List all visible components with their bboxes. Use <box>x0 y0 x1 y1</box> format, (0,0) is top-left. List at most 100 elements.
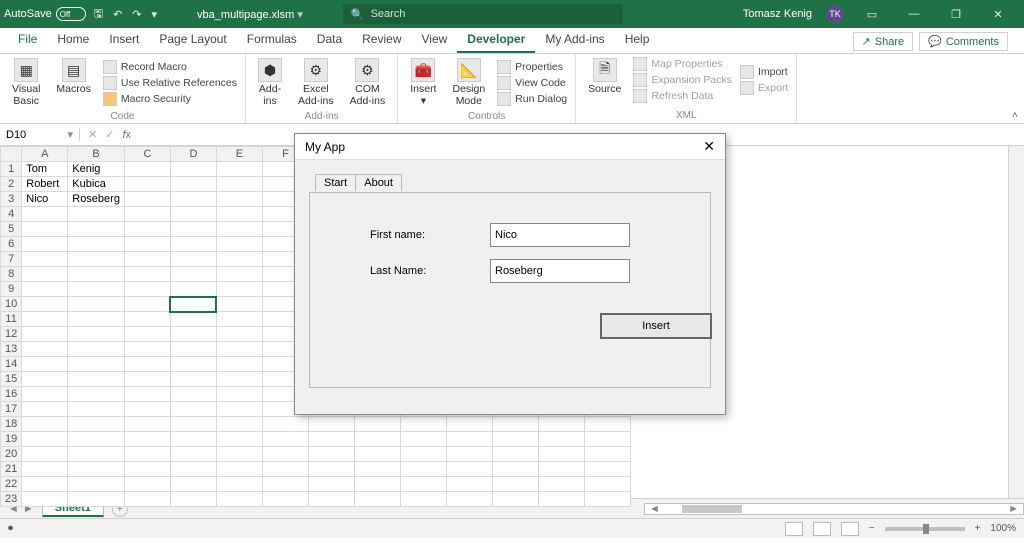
col-header-D[interactable]: D <box>170 147 216 162</box>
name-box[interactable]: D10▾ <box>0 128 80 141</box>
use-relative-button[interactable]: Use Relative References <box>103 75 237 91</box>
cell-Q23[interactable] <box>400 492 446 507</box>
cell-B23[interactable] <box>68 492 125 507</box>
cell-D22[interactable] <box>170 477 216 492</box>
cell-A3[interactable]: Nico <box>22 192 68 207</box>
cell-D21[interactable] <box>170 462 216 477</box>
cell-E14[interactable] <box>216 357 262 372</box>
cell-F18[interactable] <box>262 417 308 432</box>
cell-D6[interactable] <box>170 237 216 252</box>
cell-D1[interactable] <box>170 162 216 177</box>
row-header-5[interactable]: 5 <box>1 222 22 237</box>
cell-Q21[interactable] <box>400 462 446 477</box>
cell-B3[interactable]: Roseberg <box>68 192 125 207</box>
avatar[interactable]: TK <box>826 5 844 23</box>
cell-A20[interactable] <box>22 447 68 462</box>
macro-record-icon[interactable]: ⏺ <box>8 523 13 534</box>
zoom-slider[interactable] <box>885 527 965 531</box>
cell-B8[interactable] <box>68 267 125 282</box>
cell-O18[interactable] <box>308 417 354 432</box>
properties-button[interactable]: Properties <box>497 59 567 75</box>
cell-E6[interactable] <box>216 237 262 252</box>
cell-F20[interactable] <box>262 447 308 462</box>
cell-E3[interactable] <box>216 192 262 207</box>
user-name[interactable]: Tomasz Kenig <box>743 8 812 20</box>
cell-C8[interactable] <box>124 267 170 282</box>
cell-U20[interactable] <box>584 447 630 462</box>
ribbon-display-icon[interactable]: ▭ <box>858 8 886 21</box>
cell-D9[interactable] <box>170 282 216 297</box>
cell-F22[interactable] <box>262 477 308 492</box>
cell-T19[interactable] <box>538 432 584 447</box>
cell-E16[interactable] <box>216 387 262 402</box>
cell-S21[interactable] <box>492 462 538 477</box>
undo-icon[interactable]: ↶ <box>113 8 122 21</box>
cell-B14[interactable] <box>68 357 125 372</box>
qat-dropdown-icon[interactable]: ▾ <box>152 8 158 21</box>
ribbon-tab-home[interactable]: Home <box>47 27 99 53</box>
col-header-B[interactable]: B <box>68 147 125 162</box>
cell-R22[interactable] <box>446 477 492 492</box>
cell-B4[interactable] <box>68 207 125 222</box>
cell-C12[interactable] <box>124 327 170 342</box>
cell-T21[interactable] <box>538 462 584 477</box>
record-macro-button[interactable]: Record Macro <box>103 59 237 75</box>
cell-E13[interactable] <box>216 342 262 357</box>
first-name-input[interactable] <box>490 223 630 247</box>
cell-U23[interactable] <box>584 492 630 507</box>
cell-A9[interactable] <box>22 282 68 297</box>
design-mode-button[interactable]: 📐Design Mode <box>448 56 489 109</box>
enter-formula-icon[interactable]: ✓ <box>105 128 114 141</box>
row-header-7[interactable]: 7 <box>1 252 22 267</box>
cell-R20[interactable] <box>446 447 492 462</box>
cell-U18[interactable] <box>584 417 630 432</box>
cell-A4[interactable] <box>22 207 68 222</box>
source-button[interactable]: 🗎Source <box>584 56 625 104</box>
cell-D15[interactable] <box>170 372 216 387</box>
cell-D12[interactable] <box>170 327 216 342</box>
last-name-input[interactable] <box>490 259 630 283</box>
cell-A1[interactable]: Tom <box>22 162 68 177</box>
cell-B13[interactable] <box>68 342 125 357</box>
cell-F23[interactable] <box>262 492 308 507</box>
import-button[interactable]: Import <box>740 64 788 80</box>
visual-basic-button[interactable]: ▦Visual Basic <box>8 56 44 109</box>
cell-E22[interactable] <box>216 477 262 492</box>
zoom-level[interactable]: 100% <box>990 523 1016 534</box>
row-header-16[interactable]: 16 <box>1 387 22 402</box>
cell-E11[interactable] <box>216 312 262 327</box>
ribbon-tab-view[interactable]: View <box>412 27 458 53</box>
cell-F21[interactable] <box>262 462 308 477</box>
ribbon-tab-file[interactable]: File <box>8 27 47 53</box>
cell-B15[interactable] <box>68 372 125 387</box>
cell-U19[interactable] <box>584 432 630 447</box>
autosave-toggle[interactable]: AutoSave Off <box>4 7 86 21</box>
cell-C17[interactable] <box>124 402 170 417</box>
cell-C22[interactable] <box>124 477 170 492</box>
cell-P20[interactable] <box>354 447 400 462</box>
comments-button[interactable]: 💬Comments <box>919 32 1008 51</box>
row-header-22[interactable]: 22 <box>1 477 22 492</box>
zoom-out-icon[interactable]: − <box>869 523 875 534</box>
view-code-button[interactable]: View Code <box>497 75 567 91</box>
cell-R23[interactable] <box>446 492 492 507</box>
minimize-icon[interactable]: — <box>900 8 928 20</box>
cell-T23[interactable] <box>538 492 584 507</box>
maximize-icon[interactable]: ❐ <box>942 8 970 21</box>
row-header-14[interactable]: 14 <box>1 357 22 372</box>
cell-R21[interactable] <box>446 462 492 477</box>
cell-B22[interactable] <box>68 477 125 492</box>
cell-S19[interactable] <box>492 432 538 447</box>
cell-C3[interactable] <box>124 192 170 207</box>
multipage-tab-start[interactable]: Start <box>315 174 356 191</box>
cell-A15[interactable] <box>22 372 68 387</box>
row-header-19[interactable]: 19 <box>1 432 22 447</box>
macro-security-button[interactable]: Macro Security <box>103 91 237 107</box>
cell-B19[interactable] <box>68 432 125 447</box>
cell-E4[interactable] <box>216 207 262 222</box>
cell-D20[interactable] <box>170 447 216 462</box>
row-header-15[interactable]: 15 <box>1 372 22 387</box>
cell-A16[interactable] <box>22 387 68 402</box>
cell-B7[interactable] <box>68 252 125 267</box>
cell-C4[interactable] <box>124 207 170 222</box>
